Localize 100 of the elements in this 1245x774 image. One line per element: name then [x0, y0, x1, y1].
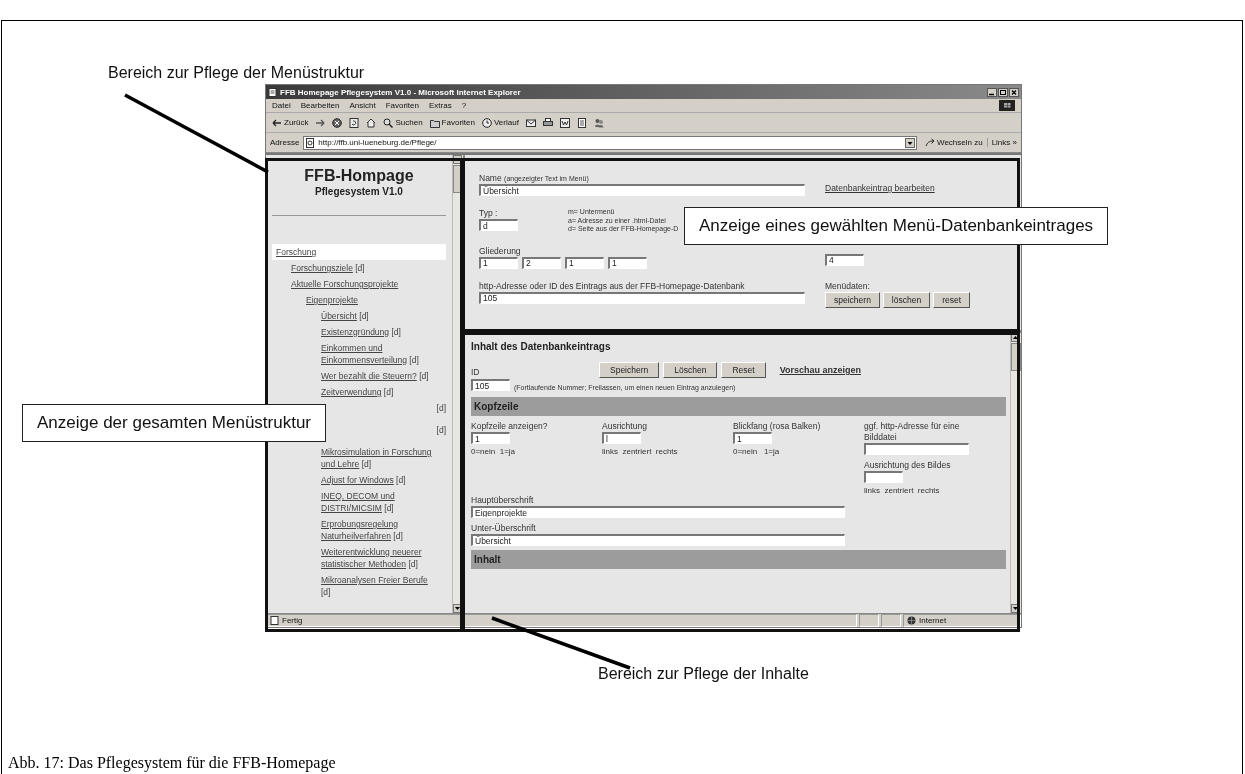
- form-button[interactable]: Löschen: [663, 362, 718, 378]
- address-field[interactable]: http://ffb.uni-lueneburg.de/Pflege/: [303, 135, 917, 150]
- callout-box: Anzeige eines gewählten Menü-Datenbankeintrages: [684, 207, 1109, 245]
- level-field[interactable]: 4: [825, 253, 864, 266]
- outline-field[interactable]: 1: [565, 256, 604, 269]
- scrollbar[interactable]: [1010, 333, 1021, 613]
- address-id-field[interactable]: 105: [479, 291, 805, 304]
- menu-tree-item[interactable]: Forschungsziele [d]: [272, 260, 446, 276]
- folder-icon: [429, 117, 440, 128]
- up-arrow-icon: [1011, 333, 1020, 342]
- callout-box: Anzeige der gesamten Menüstruktur: [22, 404, 327, 442]
- menu-tree-item[interactable]: Weiterentwicklung neuerer statistischer Methoden [d]: [272, 544, 446, 572]
- page-icon: [305, 137, 316, 148]
- form-button[interactable]: Speichern: [599, 362, 660, 378]
- menu-tree-item[interactable]: Existenzgründung [d]: [272, 324, 446, 340]
- minimize-icon: [987, 87, 997, 97]
- menu-tree-item[interactable]: Aktuelle Forschungsprojekte: [272, 276, 446, 292]
- document-w-icon: [559, 117, 570, 128]
- search-icon: [383, 117, 394, 128]
- menu-tree-item[interactable]: Wer bezahlt die Steuern? [d]: [272, 368, 446, 384]
- field-label: Ausrichtung: [602, 421, 647, 432]
- menu-item[interactable]: Extras: [429, 101, 452, 110]
- edit-link[interactable]: Datenbankeintrag bearbeiten: [825, 183, 1011, 193]
- section-bar: Inhalt: [471, 550, 1006, 569]
- field-label: Blickfang (rosa Balken): [733, 421, 821, 432]
- menu-tree-item[interactable]: Adjust for Windows [d]: [272, 472, 446, 488]
- toolbar-button[interactable]: [349, 117, 360, 128]
- outline-field[interactable]: 1: [608, 256, 647, 269]
- menu-item[interactable]: Favoriten: [385, 101, 419, 110]
- scroll-thumb[interactable]: [1011, 343, 1021, 371]
- menu-item[interactable]: Ansicht: [349, 101, 376, 110]
- form-button[interactable]: löschen: [882, 291, 931, 308]
- subheading-field[interactable]: Übersicht: [471, 534, 845, 546]
- menu-tree-item[interactable]: [d]: [436, 422, 446, 438]
- menu-tree-item[interactable]: INEQ, DECOM und DISTRI/MICSIM [d]: [272, 488, 446, 516]
- toolbar-button[interactable]: [366, 117, 377, 128]
- toolbar-button[interactable]: [525, 117, 536, 128]
- field-label: Ausrichtung des Bildes: [864, 460, 951, 471]
- field-label: Gliederung: [479, 245, 521, 257]
- menu-item-selected[interactable]: Forschung: [272, 244, 446, 260]
- clock-icon: [481, 117, 492, 128]
- forward-arrow-icon: [315, 117, 326, 128]
- menu-item[interactable]: ?: [461, 101, 467, 110]
- toolbar-button[interactable]: Favoriten: [429, 117, 475, 128]
- field-hint: links zentriert rechts: [602, 447, 678, 456]
- menu-tree-item[interactable]: [d]: [436, 400, 446, 416]
- toolbar-button[interactable]: [542, 117, 553, 128]
- field-hint: 0=nein 1=ja: [733, 447, 780, 456]
- field-label: ID: [471, 367, 481, 378]
- form-button[interactable]: speichern: [825, 291, 880, 308]
- links-button[interactable]: Links »: [986, 138, 1017, 147]
- scroll-thumb[interactable]: [453, 165, 463, 193]
- zone-text: Internet: [919, 616, 947, 625]
- menu-item[interactable]: Datei: [272, 101, 291, 110]
- form-button[interactable]: Reset: [721, 362, 766, 378]
- outline-field[interactable]: 2: [522, 256, 561, 269]
- id-field[interactable]: 105: [471, 379, 510, 391]
- refresh-icon: [349, 117, 360, 128]
- toolbar-button[interactable]: Suchen: [383, 117, 423, 128]
- toolbar-button[interactable]: [332, 117, 343, 128]
- scrollbar[interactable]: [452, 155, 463, 613]
- field-label: Hauptüberschrift: [471, 495, 534, 506]
- field-label: ggf. http-Adresse für eine Bilddatei: [864, 421, 961, 443]
- toolbar-button[interactable]: Verlauf: [481, 117, 519, 128]
- section-bar: Kopfzeile: [471, 397, 1006, 416]
- page-icon: [576, 117, 587, 128]
- menu-tree-item[interactable]: Eigenprojekte: [272, 292, 446, 308]
- preview-link[interactable]: Vorschau anzeigen: [779, 365, 861, 375]
- printer-icon: [542, 117, 553, 128]
- menu-item[interactable]: Bearbeiten: [300, 101, 340, 110]
- arrow-icon: [925, 137, 935, 148]
- menu-tree-item[interactable]: Zeitverwendung [d]: [272, 384, 446, 400]
- heading-field[interactable]: Eigenprojekte: [471, 506, 845, 518]
- outline-field[interactable]: 1: [479, 256, 518, 269]
- input-field[interactable]: l: [602, 432, 641, 444]
- input-field[interactable]: [864, 443, 969, 455]
- input-field[interactable]: 1: [471, 432, 510, 444]
- input-field[interactable]: 1: [733, 432, 772, 444]
- menu-tree-item[interactable]: Mikroanalysen Freier Berufe [d]: [272, 572, 446, 600]
- menu-tree-item[interactable]: Mikrosimulation in Forschung und Lehre [d]: [272, 444, 446, 472]
- menu-tree-item[interactable]: Erprobungsregelung Naturheilverfahren [d]: [272, 516, 446, 544]
- envelope-icon: [525, 117, 536, 128]
- menu-tree-item[interactable]: Einkommen und Einkommensverteilung [d]: [272, 340, 446, 368]
- toolbar-button[interactable]: [559, 117, 570, 128]
- field-label: Menüdaten:: [825, 280, 870, 292]
- toolbar-button[interactable]: [576, 117, 587, 128]
- status-text: Fertig: [282, 616, 303, 625]
- menu-tree-item[interactable]: Übersicht [d]: [272, 308, 446, 324]
- page-icon: [268, 87, 277, 97]
- input-field[interactable]: [864, 471, 903, 483]
- type-field[interactable]: d: [479, 219, 518, 231]
- form-button[interactable]: reset: [933, 291, 971, 308]
- field-label: Kopfzeile anzeigen?: [471, 421, 548, 432]
- restore-icon: [998, 87, 1008, 97]
- go-button[interactable]: Wechseln zu: [925, 137, 983, 148]
- name-field[interactable]: Übersicht: [479, 184, 805, 196]
- callout-label: Bereich zur Pflege der Inhalte: [598, 665, 809, 683]
- window-title: FFB Homepage Pflegesystem V1.0 - Microsoft Internet Explorer: [280, 87, 521, 97]
- site-subtitle: Pflegesystem V1.0: [314, 186, 404, 197]
- toolbar-button[interactable]: Zurück: [272, 117, 309, 128]
